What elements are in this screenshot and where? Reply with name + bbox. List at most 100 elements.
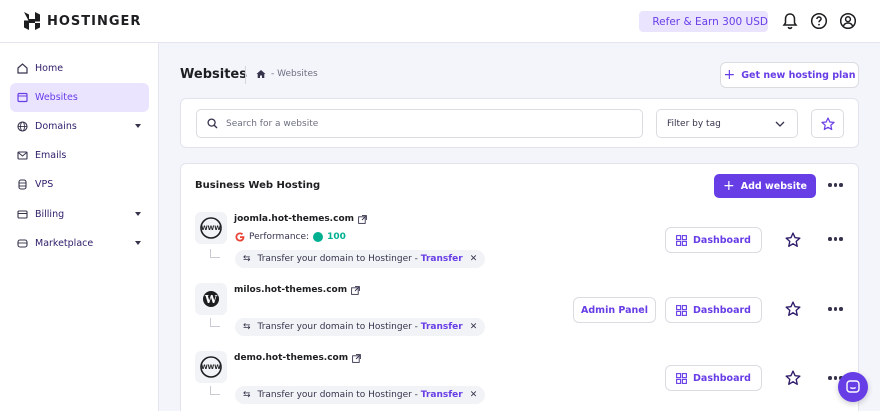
chevron-down-icon	[775, 121, 785, 127]
external-link-icon	[358, 214, 367, 224]
sidebar: Home Websites Domains Emails VPS Billing…	[0, 43, 159, 411]
get-new-hosting-plan-button[interactable]: + Get new hosting plan	[720, 62, 859, 88]
close-icon[interactable]: ✕	[470, 322, 478, 332]
logo-text: HOSTINGER	[47, 13, 142, 29]
website-domain-link[interactable]: joomla.hot-themes.com	[234, 214, 367, 224]
plan-more-options-icon[interactable]	[828, 183, 843, 187]
sidebar-item-label: VPS	[35, 179, 54, 190]
add-website-button[interactable]: + Add website	[714, 174, 816, 198]
mail-icon	[17, 151, 28, 160]
svg-text:WWW: WWW	[201, 364, 221, 371]
sidebar-item-label: Marketplace	[35, 238, 94, 249]
dashboard-icon	[676, 372, 687, 384]
dashboard-button[interactable]: Dashboard	[665, 227, 762, 253]
external-link-icon	[352, 353, 361, 363]
dashboard-label: Dashboard	[693, 304, 751, 316]
websites-list-card: Business Web Hosting + Add website WWW j…	[180, 163, 859, 411]
hosting-plan-title: Business Web Hosting	[195, 180, 321, 191]
domain-name: milos.hot-themes.com	[234, 285, 348, 295]
close-icon[interactable]: ✕	[470, 254, 478, 264]
performance-indicator: Performance: 100	[235, 232, 346, 242]
sidebar-item-label: Home	[35, 63, 64, 74]
add-website-label: Add website	[740, 180, 807, 192]
sidebar-item-label: Domains	[35, 121, 77, 132]
dashboard-button[interactable]: Dashboard	[665, 365, 762, 391]
website-icon: WWW	[195, 351, 227, 383]
chat-support-button[interactable]	[838, 372, 868, 402]
filter-by-tag-label: Filter by tag	[667, 118, 721, 129]
external-link-icon	[351, 285, 360, 295]
website-domain-link[interactable]: demo.hot-themes.com	[234, 353, 361, 363]
favorite-star-icon[interactable]	[785, 370, 801, 386]
refer-earn-button[interactable]: Refer & Earn 300 USD	[639, 11, 768, 32]
server-icon	[18, 179, 27, 190]
www-icon: WWW	[200, 217, 222, 239]
breadcrumb-current: - Websites	[271, 69, 318, 79]
website-domain-link[interactable]: milos.hot-themes.com	[234, 285, 360, 295]
tree-connector	[210, 318, 220, 327]
domain-name: demo.hot-themes.com	[234, 353, 349, 363]
dashboard-button[interactable]: Dashboard	[665, 297, 762, 323]
bell-icon[interactable]	[781, 12, 799, 30]
home-icon[interactable]	[256, 69, 266, 79]
transfer-link[interactable]: Transfer	[421, 322, 463, 332]
svg-text:WWW: WWW	[201, 225, 221, 232]
filter-by-tag-select[interactable]: Filter by tag	[656, 109, 798, 138]
chevron-down-icon	[135, 241, 141, 245]
search-card: Filter by tag	[180, 98, 859, 148]
breadcrumb: - Websites	[256, 69, 318, 79]
performance-score-dot	[313, 232, 324, 242]
dashboard-icon	[676, 234, 687, 246]
top-header: HOSTINGER Refer & Earn 300 USD	[0, 0, 880, 43]
admin-panel-button[interactable]: Admin Panel	[573, 297, 656, 323]
sidebar-item-label: Billing	[35, 209, 65, 220]
sidebar-item-websites[interactable]: Websites	[10, 83, 149, 112]
sidebar-item-billing[interactable]: Billing	[10, 200, 149, 229]
favorite-star-icon[interactable]	[785, 232, 801, 248]
www-icon: WWW	[200, 356, 222, 378]
favorite-star-icon[interactable]	[785, 301, 801, 317]
title-divider	[245, 66, 246, 84]
transfer-text: Transfer your domain to Hostinger -	[257, 390, 418, 400]
chat-icon	[846, 380, 860, 393]
transfer-icon: ⇆	[243, 390, 251, 400]
search-box[interactable]	[196, 109, 643, 138]
sidebar-item-label: Websites	[35, 92, 78, 103]
store-icon	[17, 239, 28, 248]
tree-connector	[210, 249, 220, 258]
performance-label: Performance:	[249, 232, 310, 242]
wordpress-icon: W	[203, 291, 219, 307]
hostinger-logo[interactable]: HOSTINGER	[24, 12, 141, 30]
admin-panel-label: Admin Panel	[581, 304, 648, 316]
account-icon[interactable]	[839, 12, 857, 30]
google-icon	[235, 232, 245, 242]
dashboard-label: Dashboard	[693, 234, 751, 246]
help-icon[interactable]	[810, 12, 828, 30]
transfer-domain-banner: ⇆ Transfer your domain to Hostinger - Tr…	[235, 386, 486, 404]
transfer-text: Transfer your domain to Hostinger -	[257, 254, 418, 264]
transfer-link[interactable]: Transfer	[421, 390, 463, 400]
sidebar-item-home[interactable]: Home	[10, 54, 149, 83]
transfer-icon: ⇆	[243, 254, 251, 264]
chevron-down-icon	[135, 124, 141, 128]
get-new-hosting-plan-label: Get new hosting plan	[741, 69, 856, 81]
website-more-options-icon[interactable]	[828, 237, 843, 241]
hostinger-logo-icon	[24, 12, 40, 30]
sidebar-item-vps[interactable]: VPS	[10, 170, 149, 199]
sidebar-item-emails[interactable]: Emails	[10, 141, 149, 170]
globe-icon	[17, 121, 28, 132]
sidebar-item-domains[interactable]: Domains	[10, 112, 149, 141]
transfer-text: Transfer your domain to Hostinger -	[257, 322, 418, 332]
websites-icon	[17, 92, 28, 103]
search-input[interactable]	[226, 118, 626, 129]
close-icon[interactable]: ✕	[470, 390, 478, 400]
home-icon	[17, 63, 28, 74]
sidebar-item-marketplace[interactable]: Marketplace	[10, 229, 149, 258]
website-icon: W	[195, 283, 227, 315]
website-more-options-icon[interactable]	[828, 307, 843, 311]
tree-connector	[210, 386, 220, 395]
transfer-link[interactable]: Transfer	[421, 254, 463, 264]
domain-name: joomla.hot-themes.com	[234, 214, 355, 224]
dashboard-icon	[676, 304, 687, 316]
favorites-filter-button[interactable]	[811, 109, 844, 138]
